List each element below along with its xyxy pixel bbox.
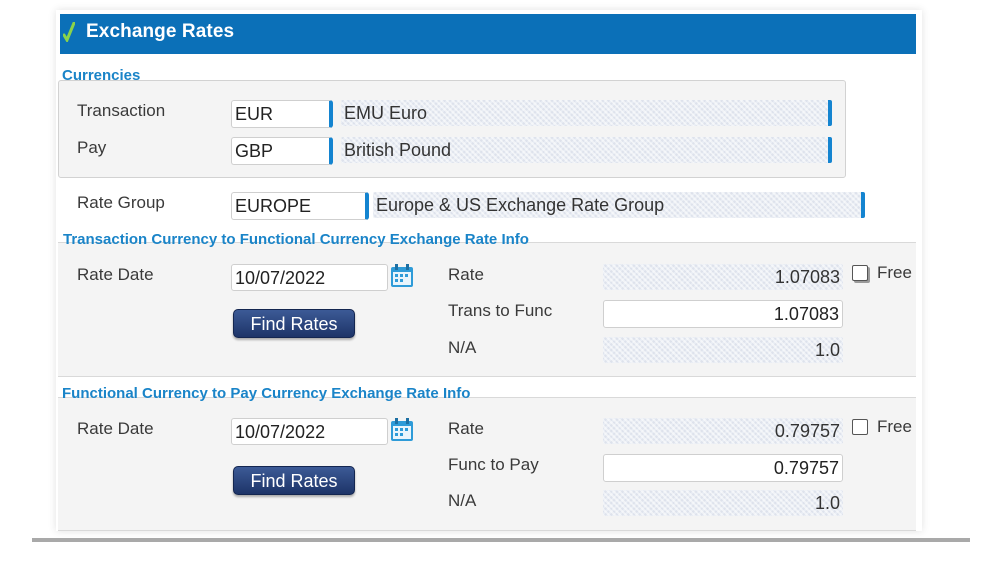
- pay-rate-date-field[interactable]: 10/07/2022: [231, 418, 388, 445]
- func-to-pay-section-text: Functional Currency to Pay Currency Exch…: [62, 385, 471, 402]
- transaction-label: Transaction: [77, 101, 166, 120]
- title-bar: Exchange Rates: [60, 14, 916, 54]
- pay-rate-date-label: Rate Date: [77, 419, 154, 438]
- trans-na-value: 1.0: [603, 337, 843, 363]
- pay-na-value: 1.0: [603, 490, 843, 516]
- bottom-divider: [32, 538, 970, 542]
- transaction-currency-description: EMU Euro: [341, 100, 832, 126]
- pay-free-checkbox[interactable]: [852, 419, 868, 435]
- func-to-pay-section-label: Functional Currency to Pay Currency Exch…: [62, 385, 470, 402]
- func-to-pay-field[interactable]: 0.79757: [603, 454, 843, 482]
- trans-rate-date-label: Rate Date: [77, 265, 154, 284]
- pay-rate-value: 0.79757: [603, 418, 843, 444]
- check-icon: [63, 22, 75, 42]
- calendar-icon[interactable]: [390, 264, 414, 288]
- trans-to-func-section-label: Transaction Currency to Functional Curre…: [63, 231, 529, 248]
- trans-rate-value: 1.07083: [603, 264, 843, 290]
- trans-rate-date-field[interactable]: 10/07/2022: [231, 264, 388, 291]
- func-to-pay-label: Func to Pay: [448, 455, 539, 474]
- trans-na-label: N/A: [448, 338, 477, 357]
- currencies-group: [58, 80, 846, 178]
- trans-free-checkbox[interactable]: [852, 265, 868, 281]
- pay-find-rates-button[interactable]: Find Rates: [233, 466, 355, 495]
- page-title: Exchange Rates: [86, 21, 235, 42]
- pay-free-label: Free: [877, 417, 912, 436]
- rate-group-label: Rate Group: [77, 193, 165, 212]
- pay-na-label: N/A: [448, 491, 477, 510]
- pay-label: Pay: [77, 138, 107, 157]
- pay-currency-code-field[interactable]: GBP: [231, 137, 333, 165]
- trans-find-rates-button[interactable]: Find Rates: [233, 309, 355, 338]
- trans-to-func-field[interactable]: 1.07083: [603, 300, 843, 328]
- rate-group-code-field[interactable]: EUROPE: [231, 192, 369, 220]
- transaction-currency-code-field[interactable]: EUR: [231, 100, 333, 128]
- trans-to-func-label: Trans to Func: [448, 301, 553, 320]
- pay-rate-label: Rate: [448, 419, 484, 438]
- calendar-icon[interactable]: [390, 418, 414, 442]
- pay-currency-description: British Pound: [341, 137, 832, 163]
- trans-to-func-section-text: Transaction Currency to Functional Curre…: [63, 231, 529, 248]
- rate-group-description: Europe & US Exchange Rate Group: [373, 192, 865, 218]
- trans-free-label: Free: [877, 263, 912, 282]
- trans-rate-label: Rate: [448, 265, 484, 284]
